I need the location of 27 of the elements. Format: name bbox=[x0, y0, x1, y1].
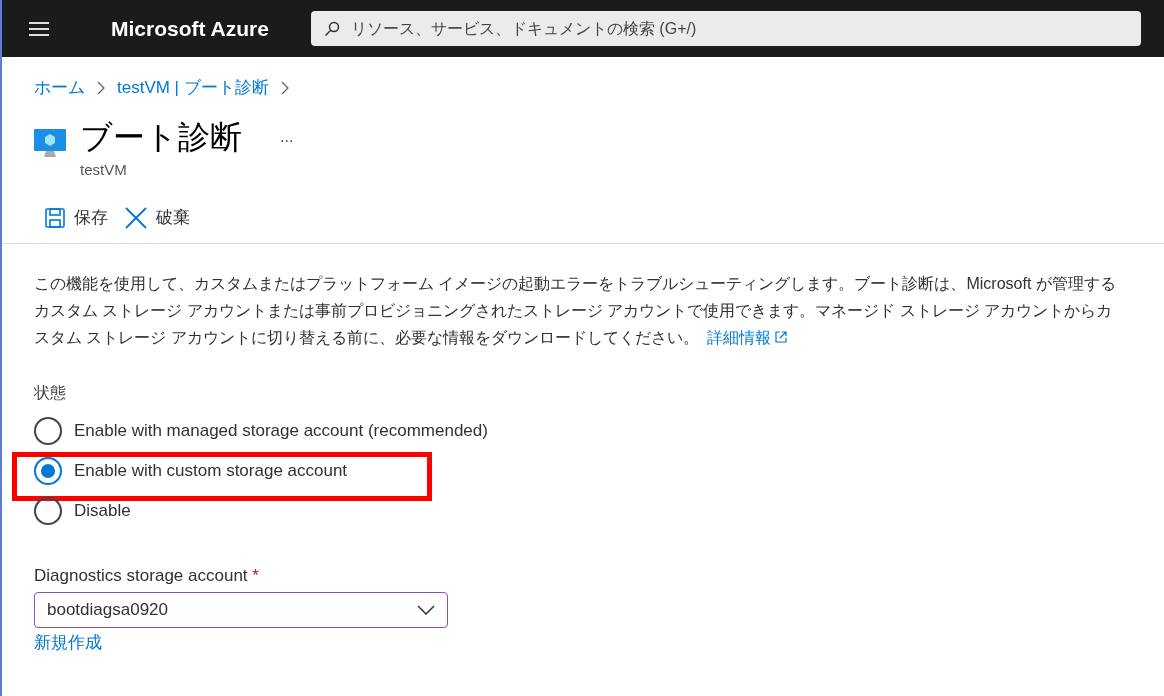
radio-option[interactable]: Enable with managed storage account (recommended) bbox=[34, 416, 488, 445]
chevron-right-icon bbox=[97, 80, 105, 95]
external-link-icon bbox=[774, 331, 787, 343]
page-subtitle: testVM bbox=[80, 159, 128, 180]
status-label: 状態 bbox=[34, 382, 67, 403]
more-button[interactable]: ... bbox=[280, 124, 294, 149]
breadcrumb-link[interactable]: testVM | ブート診断 bbox=[117, 75, 269, 101]
field-label: Diagnostics storage account * bbox=[34, 564, 260, 587]
create-new-link[interactable]: 新規作成 bbox=[34, 630, 102, 656]
discard-button[interactable]: 破棄 bbox=[124, 205, 190, 231]
search-icon bbox=[323, 21, 340, 37]
radio-option[interactable]: Disable bbox=[34, 496, 131, 525]
search-field[interactable]: リソース、サービス、ドキュメントの検索 (G+/) bbox=[310, 11, 1141, 46]
virtual-machine-icon bbox=[34, 128, 66, 159]
storage-account-dropdown[interactable]: bootdiagsa0920 bbox=[34, 592, 448, 628]
breadcrumb-link[interactable]: ホーム bbox=[34, 75, 85, 101]
close-icon bbox=[124, 205, 148, 230]
brand-name[interactable]: Microsoft Azure bbox=[111, 12, 269, 45]
chevron-right-icon bbox=[280, 80, 289, 95]
learn-more-link[interactable]: 詳細情報 bbox=[706, 323, 787, 351]
page-title: ブート診断 bbox=[80, 117, 242, 157]
chevron-down-icon bbox=[417, 605, 435, 615]
description-text: この機能を使用して、カスタムまたはプラットフォーム イメージの起動エラーをトラブルシューティングします。ブート診断は、Microsoft が管理するカスタム ストレージ アカウントまたは事前プロビジョニングされたストレージ アカウントで使用できます。マネージド ストレージ アカウントからカスタム ストレージ アカウントに切り替える前に、必要な情報をダウンロードしてください。 詳細情報 bbox=[34, 269, 1124, 351]
radio-option[interactable]: Enable with custom storage account bbox=[34, 456, 348, 485]
menu-icon[interactable] bbox=[29, 20, 49, 37]
save-button[interactable]: 保存 bbox=[44, 205, 108, 231]
save-icon bbox=[44, 206, 66, 229]
